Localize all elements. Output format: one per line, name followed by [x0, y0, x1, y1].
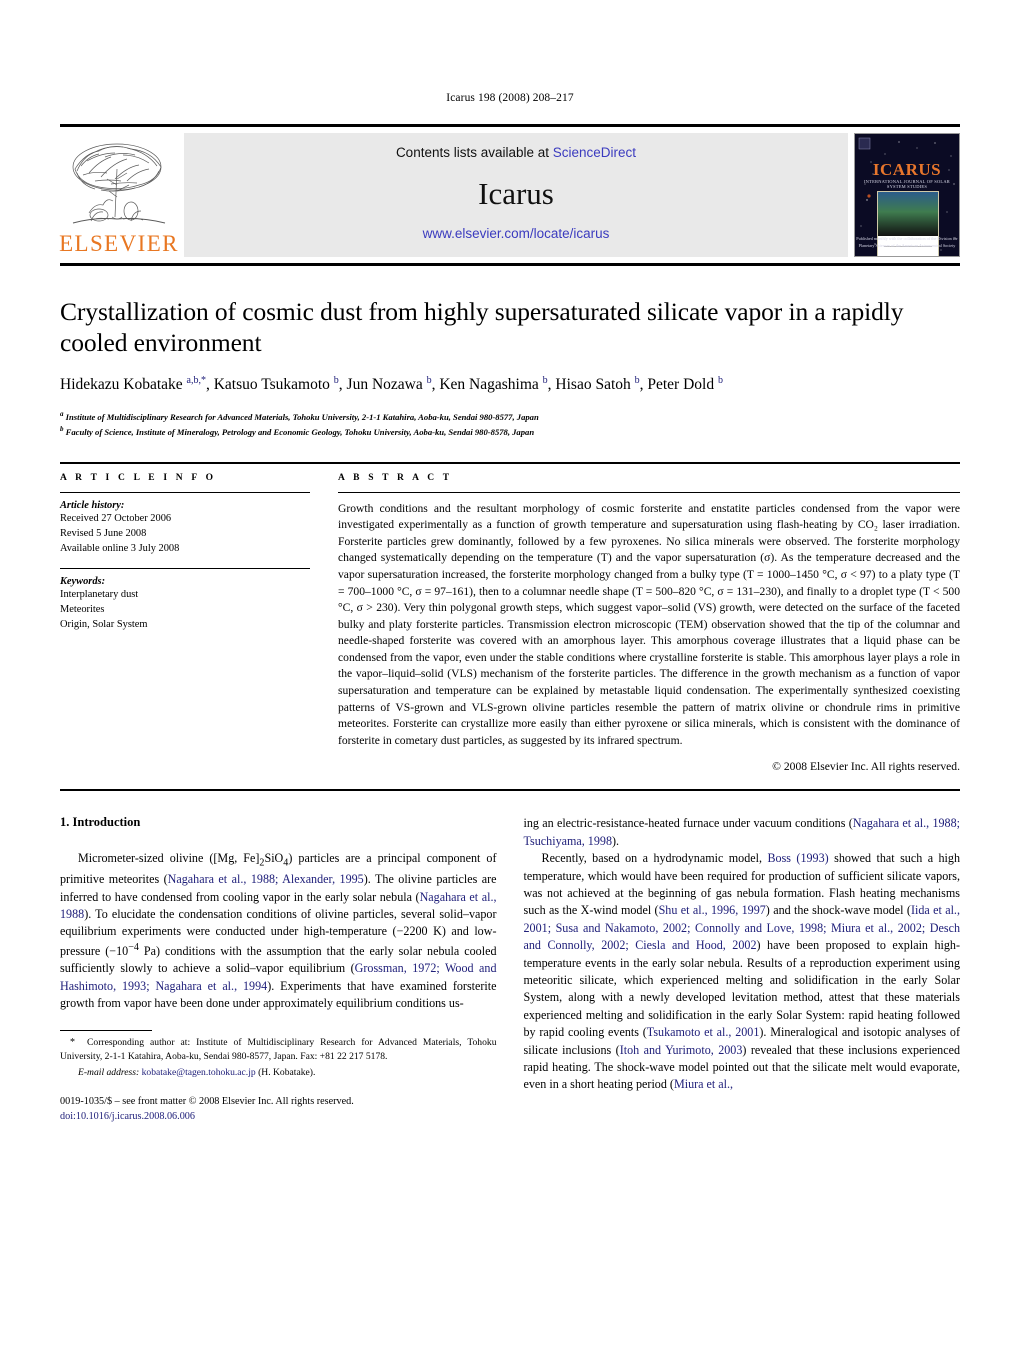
body-right-column: ing an electric-resistance-heated furnac…: [524, 815, 961, 1123]
issn-copyright-line: 0019-1035/$ – see front matter © 2008 El…: [60, 1095, 497, 1124]
intro-paragraph-right-1: ing an electric-resistance-heated furnac…: [523, 816, 961, 848]
abstract-heading: A B S T R A C T: [338, 472, 453, 483]
affiliation-b: b Faculty of Science, Institute of Miner…: [60, 424, 960, 439]
author-list: Hidekazu Kobatake a,b,*, Katsuo Tsukamot…: [60, 375, 723, 394]
elsevier-tree-icon: [65, 139, 173, 231]
masthead-bottom-rule: [60, 263, 960, 266]
intro-paragraph-right-2: Recently, based on a hydrodynamic model,…: [523, 851, 961, 1092]
history-available-online: Available online 3 July 2008: [60, 542, 180, 554]
email-note: E-mail address: kobatake@tagen.tohoku.ac…: [60, 1066, 497, 1080]
abstract-bottom-rule: [60, 789, 960, 792]
journal-title: Icarus: [478, 175, 554, 211]
doi-link[interactable]: doi:10.1016/j.icarus.2008.06.006: [60, 1110, 497, 1124]
affiliation-marker-a: a: [60, 410, 64, 419]
article-history-label: Article history:: [60, 499, 125, 511]
keywords-block: Keywords: Interplanetary dust Meteorites…: [60, 567, 310, 632]
keywords-rule: [60, 567, 310, 569]
email-link[interactable]: kobatake@tagen.tohoku.ac.jp: [142, 1067, 256, 1078]
body-columns: 1. Introduction Micrometer-sized olivine…: [60, 815, 960, 1123]
affiliations: a Institute of Multidisciplinary Researc…: [60, 409, 960, 439]
journal-homepage-link[interactable]: www.elsevier.com/locate/icarus: [423, 226, 610, 241]
info-abstract-columns: A R T I C L E I N F O Article history: R…: [60, 472, 960, 774]
keyword-item: Interplanetary dust: [60, 588, 139, 600]
affiliation-text-b: Faculty of Science, Institute of Mineral…: [65, 427, 535, 438]
email-owner: (H. Kobatake).: [258, 1066, 316, 1078]
history-received: Received 27 October 2006: [60, 512, 172, 524]
sciencedirect-band: Contents lists available at ScienceDirec…: [184, 133, 848, 257]
abstract-copyright: © 2008 Elsevier Inc. All rights reserved…: [772, 760, 960, 774]
article-info-heading: A R T I C L E I N F O: [60, 472, 217, 483]
corresponding-author-note: * Corresponding author at: Institute of …: [60, 1036, 497, 1062]
abstract-rule: [338, 491, 960, 493]
keyword-item: Meteorites: [60, 603, 105, 615]
journal-cover-thumbnail: ICARUS INTERNATIONAL JOURNAL OF SOLAR SY…: [854, 133, 960, 257]
affiliation-text-a: Institute of Multidisciplinary Research …: [65, 412, 539, 423]
paper-page: Icarus 198 (2008) 208–217 ELSEVIER Conte…: [0, 0, 1020, 1351]
elsevier-wordmark: ELSEVIER: [59, 231, 179, 256]
cover-subtitle: INTERNATIONAL JOURNAL OF SOLAR SYSTEM ST…: [863, 179, 951, 189]
section-heading-introduction: 1. Introduction: [60, 815, 141, 830]
intro-paragraph-left: Micrometer-sized olivine ([Mg, Fe]2SiO4)…: [60, 851, 497, 1011]
article-info-rule: [60, 491, 310, 493]
title-block: Crystallization of cosmic dust from high…: [60, 296, 960, 440]
issn-line: 0019-1035/$ – see front matter © 2008 El…: [60, 1096, 354, 1108]
sciencedirect-link[interactable]: ScienceDirect: [553, 145, 636, 160]
page-title: Crystallization of cosmic dust from high…: [60, 297, 904, 358]
elsevier-logo: ELSEVIER: [59, 133, 179, 257]
affiliation-marker-b: b: [60, 425, 64, 434]
email-label: E-mail address:: [78, 1066, 140, 1078]
abstract-text: Growth conditions and the resultant morp…: [338, 501, 960, 747]
footnote-rule: [60, 1029, 152, 1031]
abstract-column: A B S T R A C T Growth conditions and th…: [338, 472, 960, 774]
body-left-column: 1. Introduction Micrometer-sized olivine…: [60, 815, 497, 1123]
contents-prefix: Contents lists available at: [395, 145, 553, 160]
cover-title: ICARUS: [872, 160, 942, 179]
running-head: Icarus 198 (2008) 208–217: [446, 92, 574, 104]
journal-masthead: ELSEVIER Contents lists available at Sci…: [59, 124, 960, 257]
contents-list-line: Contents lists available at ScienceDirec…: [396, 145, 636, 160]
affiliation-a: a Institute of Multidisciplinary Researc…: [60, 409, 960, 424]
article-info-column: A R T I C L E I N F O Article history: R…: [60, 473, 310, 774]
footnote-block: * Corresponding author at: Institute of …: [60, 1029, 497, 1124]
keywords-label: Keywords:: [60, 575, 106, 587]
keyword-item: Origin, Solar System: [60, 619, 148, 631]
history-revised: Revised 5 June 2008: [60, 527, 147, 539]
cover-footer-text: Published monthly with the collaboration…: [856, 236, 958, 248]
info-top-rule: [60, 461, 960, 464]
